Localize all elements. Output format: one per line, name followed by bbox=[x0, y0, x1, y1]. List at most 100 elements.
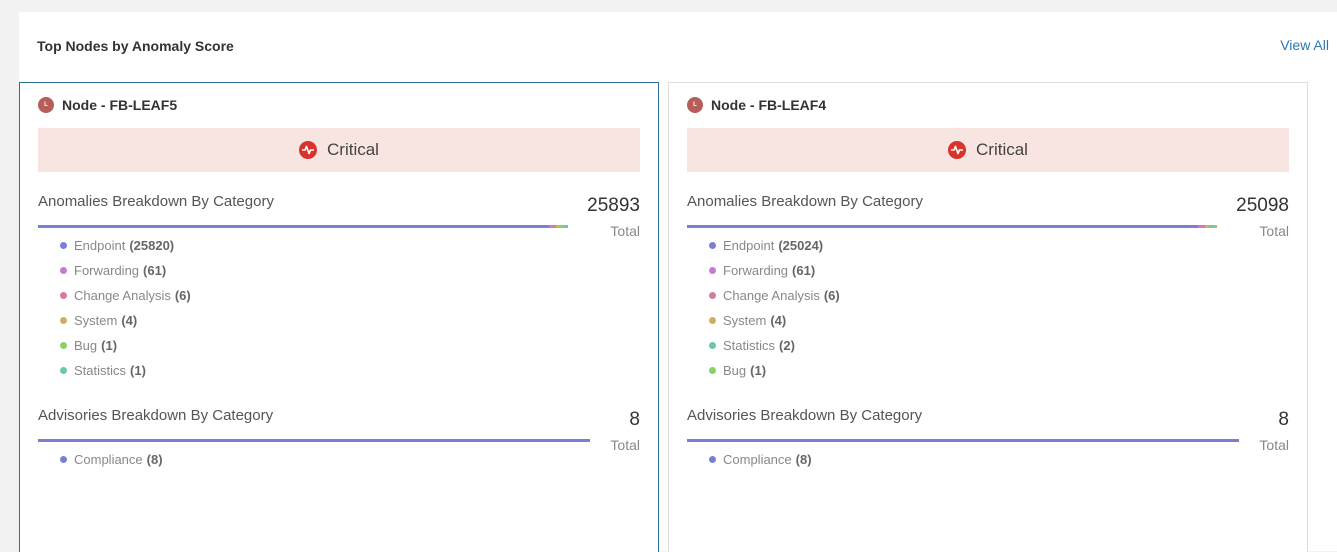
bar-segment bbox=[38, 225, 549, 228]
legend-item: Change Analysis (6) bbox=[60, 283, 191, 308]
legend-dot-icon bbox=[709, 367, 716, 374]
legend-label: Endpoint bbox=[723, 238, 775, 253]
node-title: Node - FB-LEAF5 bbox=[62, 97, 178, 113]
legend-count: (4) bbox=[770, 313, 787, 328]
legend-count: (6) bbox=[823, 288, 840, 303]
legend-dot-icon bbox=[60, 292, 67, 299]
legend-count: (1) bbox=[750, 363, 767, 378]
legend-count: (61) bbox=[792, 263, 816, 278]
legend-item: System (4) bbox=[60, 308, 191, 333]
legend-label: Forwarding bbox=[74, 263, 140, 278]
legend-label: Bug bbox=[723, 363, 747, 378]
anomalies-legend: Endpoint (25024) Forwarding (61) Change Anal… bbox=[709, 233, 840, 383]
advisories-stacked-bar bbox=[38, 439, 590, 442]
node-card[interactable]: L Node - FB-LEAF5 Critical Anomalies Bre… bbox=[19, 82, 659, 552]
legend-label: Forwarding bbox=[723, 263, 789, 278]
severity-banner: Critical bbox=[38, 128, 640, 172]
legend-label: Statistics bbox=[723, 338, 776, 353]
advisories-total: 8 bbox=[629, 409, 640, 430]
severity-label: Critical bbox=[976, 140, 1028, 159]
legend-item: Change Analysis (6) bbox=[709, 283, 840, 308]
node-header: L Node - FB-LEAF5 bbox=[38, 97, 177, 113]
advisories-total-label: Total bbox=[610, 437, 640, 453]
anomalies-title: Anomalies Breakdown By Category bbox=[687, 193, 923, 210]
legend-dot-icon bbox=[60, 367, 67, 374]
anomalies-section: Anomalies Breakdown By Category 25098 To… bbox=[687, 193, 1289, 383]
legend-label: System bbox=[74, 313, 118, 328]
legend-item: Bug (1) bbox=[709, 358, 840, 383]
legend-label: Statistics bbox=[74, 363, 127, 378]
bar-segment bbox=[687, 225, 1198, 228]
legend-dot-icon bbox=[60, 242, 67, 249]
legend-label: Compliance bbox=[723, 452, 792, 467]
legend-count: (6) bbox=[174, 288, 191, 303]
legend-dot-icon bbox=[709, 456, 716, 463]
node-card[interactable]: L Node - FB-LEAF4 Critical Anomalies Bre… bbox=[668, 82, 1308, 552]
panel-title: Top Nodes by Anomaly Score bbox=[37, 38, 234, 54]
legend-label: Change Analysis bbox=[723, 288, 820, 303]
legend-label: Bug bbox=[74, 338, 98, 353]
legend-count: (61) bbox=[143, 263, 167, 278]
advisories-title: Advisories Breakdown By Category bbox=[687, 407, 923, 424]
node-badge-icon: L bbox=[38, 97, 54, 113]
advisories-stacked-bar bbox=[687, 439, 1239, 442]
legend-count: (1) bbox=[130, 363, 146, 378]
critical-pulse-icon bbox=[948, 141, 967, 159]
legend-dot-icon bbox=[709, 317, 716, 324]
legend-dot-icon bbox=[709, 342, 716, 349]
legend-dot-icon bbox=[60, 267, 67, 274]
critical-pulse-icon bbox=[299, 141, 318, 159]
node-badge-icon: L bbox=[687, 97, 703, 113]
legend-item: Forwarding (61) bbox=[709, 258, 840, 283]
legend-label: System bbox=[723, 313, 767, 328]
legend-count: (8) bbox=[795, 452, 812, 467]
bar-segment bbox=[564, 225, 568, 228]
bar-segment bbox=[687, 439, 1239, 442]
legend-dot-icon bbox=[709, 292, 716, 299]
advisories-total: 8 bbox=[1278, 409, 1289, 430]
legend-item: Statistics (2) bbox=[709, 333, 840, 358]
anomalies-total-label: Total bbox=[610, 223, 640, 239]
advisories-legend: Compliance (8) bbox=[60, 447, 163, 472]
view-all-link[interactable]: View All bbox=[1280, 37, 1329, 53]
anomalies-stacked-bar bbox=[687, 225, 1217, 228]
legend-count: (8) bbox=[146, 452, 163, 467]
anomalies-total-label: Total bbox=[1259, 223, 1289, 239]
advisories-total-label: Total bbox=[1259, 437, 1289, 453]
legend-item: Forwarding (61) bbox=[60, 258, 191, 283]
legend-count: (2) bbox=[779, 338, 795, 353]
legend-count: (4) bbox=[121, 313, 138, 328]
legend-count: (25820) bbox=[129, 238, 175, 253]
legend-count: (25024) bbox=[778, 238, 824, 253]
anomalies-section: Anomalies Breakdown By Category 25893 To… bbox=[38, 193, 640, 383]
bar-segment bbox=[1213, 225, 1217, 228]
severity-banner: Critical bbox=[687, 128, 1289, 172]
legend-dot-icon bbox=[709, 242, 716, 249]
advisories-section: Advisories Breakdown By Category 8 Total… bbox=[687, 407, 1289, 487]
legend-item: Endpoint (25820) bbox=[60, 233, 191, 258]
bar-segment bbox=[38, 439, 590, 442]
anomalies-total: 25893 bbox=[587, 195, 640, 216]
node-header: L Node - FB-LEAF4 bbox=[687, 97, 826, 113]
advisories-legend: Compliance (8) bbox=[709, 447, 812, 472]
anomalies-title: Anomalies Breakdown By Category bbox=[38, 193, 274, 210]
legend-dot-icon bbox=[60, 317, 67, 324]
advisories-section: Advisories Breakdown By Category 8 Total… bbox=[38, 407, 640, 487]
legend-item: System (4) bbox=[709, 308, 840, 333]
legend-item: Statistics (1) bbox=[60, 358, 191, 383]
legend-item: Compliance (8) bbox=[60, 447, 163, 472]
anomalies-legend: Endpoint (25820) Forwarding (61) Change Anal… bbox=[60, 233, 191, 383]
node-title: Node - FB-LEAF4 bbox=[711, 97, 827, 113]
anomalies-total: 25098 bbox=[1236, 195, 1289, 216]
legend-item: Bug (1) bbox=[60, 333, 191, 358]
advisories-title: Advisories Breakdown By Category bbox=[38, 407, 274, 424]
legend-dot-icon bbox=[60, 456, 67, 463]
legend-label: Compliance bbox=[74, 452, 143, 467]
legend-label: Change Analysis bbox=[74, 288, 171, 303]
legend-dot-icon bbox=[709, 267, 716, 274]
legend-dot-icon bbox=[60, 342, 67, 349]
severity-label: Critical bbox=[327, 140, 379, 159]
legend-count: (1) bbox=[101, 338, 118, 353]
legend-item: Compliance (8) bbox=[709, 447, 812, 472]
anomalies-stacked-bar bbox=[38, 225, 568, 228]
